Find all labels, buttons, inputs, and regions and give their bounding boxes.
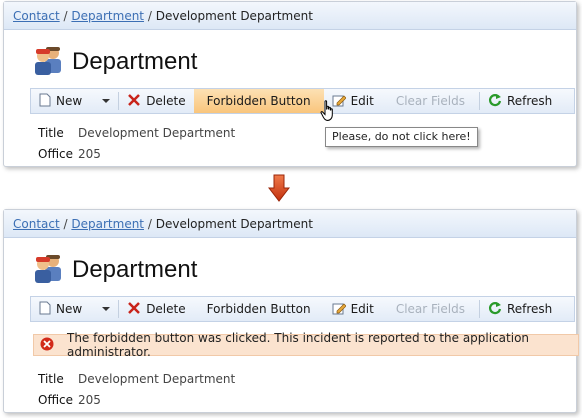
refresh-button-label: Refresh xyxy=(506,94,553,108)
breadcrumb-link-department[interactable]: Department xyxy=(71,217,144,231)
edit-button-label: Edit xyxy=(350,302,374,316)
error-icon xyxy=(40,337,54,354)
delete-button[interactable]: Delete xyxy=(119,89,193,113)
forbidden-button[interactable]: Forbidden Button xyxy=(193,89,324,113)
office-value: 205 xyxy=(78,392,101,407)
office-label: Office xyxy=(38,146,74,161)
refresh-icon xyxy=(488,301,502,318)
clear-fields-button[interactable]: Clear Fields xyxy=(382,89,479,113)
clear-fields-button[interactable]: Clear Fields xyxy=(382,297,479,321)
edit-button-label: Edit xyxy=(350,94,374,108)
forbidden-button-label: Forbidden Button xyxy=(206,302,311,316)
delete-button-label: Delete xyxy=(146,302,186,316)
office-label: Office xyxy=(38,392,74,407)
breadcrumb-link-department[interactable]: Department xyxy=(71,9,144,23)
clear-fields-label: Clear Fields xyxy=(395,302,465,316)
field-row-office: Office 205 xyxy=(38,143,235,164)
breadcrumb-current: Development Department xyxy=(155,217,313,231)
page-header: Department xyxy=(32,44,197,80)
hand-cursor-icon xyxy=(320,100,336,126)
delete-x-icon xyxy=(127,93,141,110)
new-button-label: New xyxy=(56,94,83,108)
title-value: Development Department xyxy=(78,125,236,140)
page-title: Department xyxy=(72,256,198,283)
field-row-title: Title Development Department xyxy=(38,368,235,389)
arrow-down-icon xyxy=(267,174,291,206)
edit-pencil-icon xyxy=(332,301,347,318)
breadcrumb-link-contact[interactable]: Contact xyxy=(13,217,60,231)
chevron-down-icon[interactable] xyxy=(102,99,111,103)
error-message-bar: The forbidden button was clicked. This i… xyxy=(33,331,579,359)
new-document-icon xyxy=(39,93,51,110)
title-label: Title xyxy=(38,125,64,140)
new-button[interactable]: New xyxy=(31,89,118,113)
bottom-panel: Contact / Department / Development Depar… xyxy=(3,209,579,413)
clear-fields-label: Clear Fields xyxy=(395,94,465,108)
top-panel: Contact / Department / Development Depar… xyxy=(3,1,577,167)
error-message-text: The forbidden button was clicked. This i… xyxy=(67,331,530,359)
refresh-button[interactable]: Refresh xyxy=(480,297,560,321)
breadcrumb-separator: / xyxy=(147,217,152,231)
office-value: 205 xyxy=(78,146,101,161)
breadcrumb-separator: / xyxy=(147,9,152,23)
forbidden-button-label: Forbidden Button xyxy=(206,94,311,108)
breadcrumb: Contact / Department / Development Depar… xyxy=(4,2,576,30)
delete-x-icon xyxy=(127,301,141,318)
refresh-button[interactable]: Refresh xyxy=(480,89,560,113)
title-label: Title xyxy=(38,371,64,386)
breadcrumb: Contact / Department / Development Depar… xyxy=(4,210,576,238)
title-value: Development Department xyxy=(78,371,236,386)
field-row-title: Title Development Department xyxy=(38,122,235,143)
chevron-down-icon[interactable] xyxy=(102,307,111,311)
department-people-icon xyxy=(32,44,66,80)
detail-fields: Title Development Department Office 205 xyxy=(38,122,235,164)
refresh-button-label: Refresh xyxy=(506,302,553,316)
breadcrumb-current: Development Department xyxy=(155,9,313,23)
forbidden-button[interactable]: Forbidden Button xyxy=(194,297,324,321)
refresh-icon xyxy=(488,93,502,110)
new-button-label: New xyxy=(56,302,83,316)
breadcrumb-link-contact[interactable]: Contact xyxy=(13,9,60,23)
page-header: Department xyxy=(32,252,197,288)
delete-button-label: Delete xyxy=(146,94,186,108)
toolbar: New Delete Forbidden Button Edit Clear F… xyxy=(30,296,575,322)
department-people-icon xyxy=(32,252,66,288)
new-document-icon xyxy=(39,301,51,318)
edit-button[interactable]: Edit xyxy=(324,297,382,321)
delete-button[interactable]: Delete xyxy=(119,297,193,321)
page-title: Department xyxy=(72,48,198,75)
toolbar: New Delete Forbidden Button Edit Clear F… xyxy=(30,88,575,114)
detail-fields: Title Development Department Office 205 xyxy=(38,368,235,410)
new-button[interactable]: New xyxy=(31,297,118,321)
tooltip: Please, do not click here! xyxy=(325,127,478,147)
field-row-office: Office 205 xyxy=(38,389,235,410)
breadcrumb-separator: / xyxy=(63,217,68,231)
breadcrumb-separator: / xyxy=(63,9,68,23)
